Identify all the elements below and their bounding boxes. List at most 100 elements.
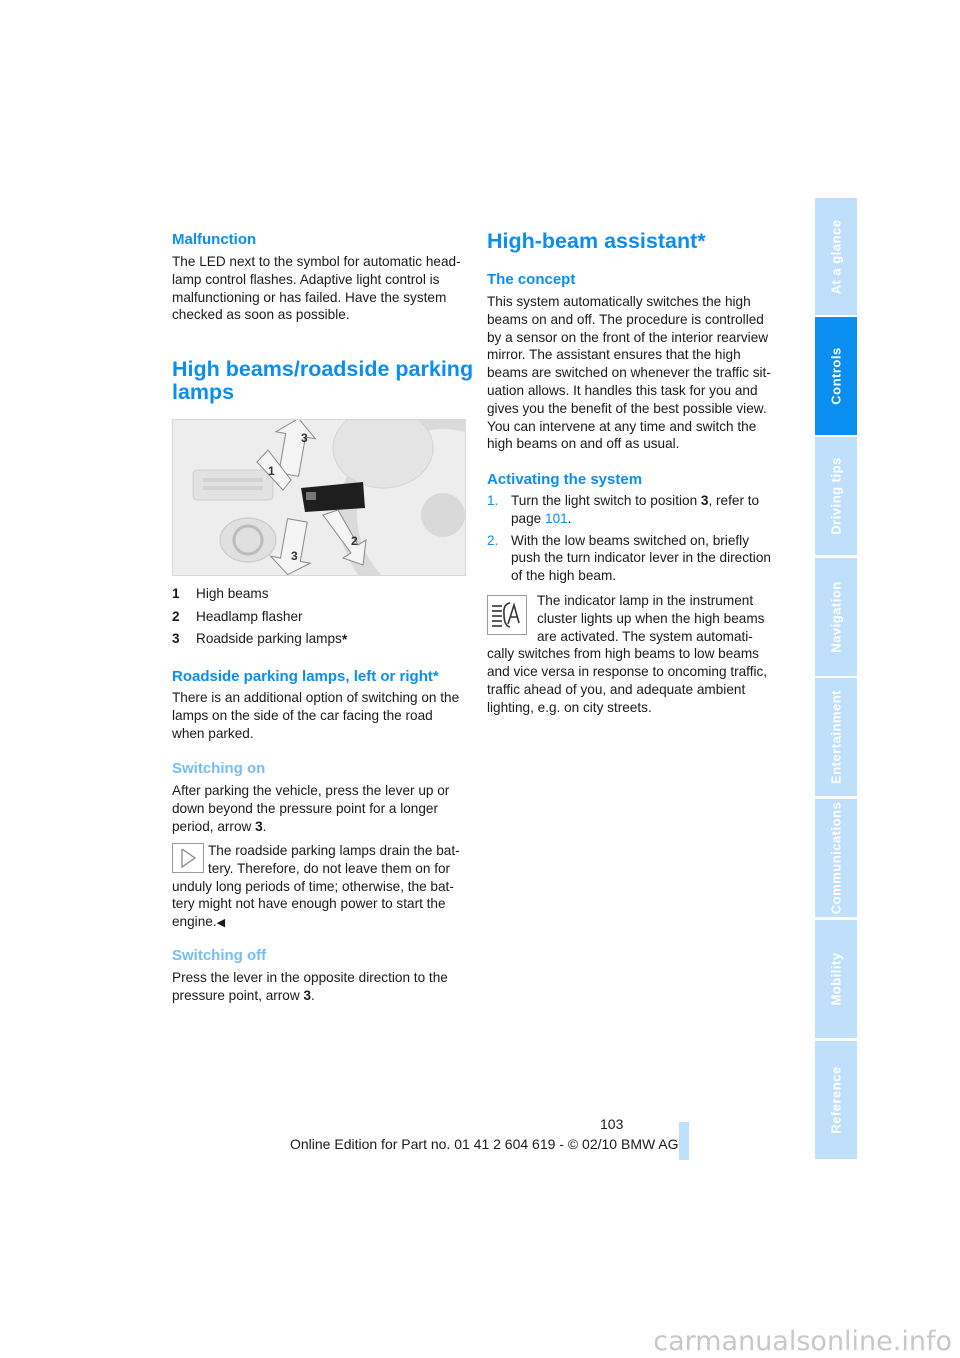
option-asterisk: * (341, 631, 348, 647)
page-link[interactable]: 101 (545, 511, 568, 526)
step-text: With the low beams switched on, briefly … (511, 532, 771, 585)
text-line: and vice versa in response to oncoming t… (487, 664, 768, 680)
arrow-label-1: 1 (268, 464, 275, 478)
tab-label: Controls (828, 347, 844, 405)
tab-label: Entertainment (828, 690, 844, 784)
indicator-text: The indicator lamp in the instrument clu… (487, 592, 783, 717)
text-line: malfunctioning or has failed. Have the s… (172, 289, 447, 305)
step-item: 2. With the low beams switched on, brief… (487, 532, 771, 585)
legend-item: 3 Roadside parking lamps * (172, 628, 347, 651)
end-mark-icon: ◀ (216, 917, 226, 930)
step-number: 2. (487, 532, 499, 548)
text-line: The indicator lamp in the instrument (537, 593, 754, 608)
text-line: mirror. The assistant ensures that the h… (487, 347, 741, 363)
text: . (262, 818, 267, 834)
text-line: by a sensor on the front of the interior… (487, 329, 769, 345)
malfunction-heading: Malfunction (172, 231, 257, 248)
text-line: push the turn indicator lever in the dir… (511, 550, 771, 566)
text-line: checked as soon as possible. (172, 307, 350, 323)
text: period, arrow (172, 818, 256, 834)
lever-illustration: 1 2 3 3 (172, 419, 466, 576)
high-beams-heading: High beams/roadside parking lamps (172, 358, 473, 404)
tab-label: Reference (828, 1066, 844, 1134)
text-line: There is an additional option of switchi… (172, 690, 460, 705)
text-line: After parking the vehicle, press the lev… (172, 783, 450, 798)
switching-on-heading: Switching on (172, 760, 266, 777)
text-line: You can intervene at any time and switch… (487, 418, 757, 434)
text-line: beams on and off. The procedure is contr… (487, 311, 764, 327)
text-line: cally switches from high beams to low be… (487, 646, 759, 662)
switching-off-text: Press the lever in the opposite directio… (172, 969, 448, 1005)
legend-number: 2 (172, 608, 180, 624)
step-item: 1. Turn the light switch to position 3, … (487, 492, 771, 528)
tab-label: Mobility (828, 952, 844, 1006)
text-line: traffic ahead of you, and adequate ambie… (487, 681, 746, 697)
activation-steps: 1. Turn the light switch to position 3, … (487, 492, 771, 589)
text-line: down beyond the pressure point for a lon… (172, 800, 439, 816)
concept-text: This system automatically switches the h… (487, 293, 771, 453)
lever-diagram: 1 2 3 3 (173, 420, 465, 575)
text-line: lamps on the side of the car facing the … (172, 707, 433, 723)
text-line: The roadside parking lamps drain the bat… (208, 843, 460, 858)
text-line: high beams on and off as usual. (487, 436, 680, 452)
text-line: are activated. The system automati- (537, 628, 753, 644)
activating-heading: Activating the system (487, 471, 643, 488)
page-marker-bar (679, 1122, 689, 1160)
heading-line: lamps (172, 380, 235, 404)
arrow-label-2: 2 (351, 534, 358, 548)
text: , refer to (708, 493, 760, 508)
page-number: 103 (600, 1116, 624, 1132)
text-line: cluster lights up when the high beams (537, 610, 765, 626)
step-number: 1. (487, 493, 499, 508)
arrow-label-3-up: 3 (301, 431, 308, 445)
battery-note: The roadside parking lamps drain the bat… (172, 843, 464, 933)
tab-driving-tips[interactable]: Driving tips (815, 437, 857, 555)
legend-number: 1 (172, 586, 180, 601)
text: . (567, 510, 572, 526)
text-line: unduly long periods of time; otherwise, … (172, 878, 454, 894)
text-line: pressure point, arrow 3. (172, 987, 448, 1005)
concept-heading: The concept (487, 271, 576, 288)
text-line: beams are switched on whenever the traff… (487, 365, 771, 381)
tab-mobility[interactable]: Mobility (815, 920, 857, 1038)
text-line: Press the lever in the opposite directio… (172, 970, 448, 985)
text-line: With the low beams switched on, briefly (511, 532, 749, 548)
text: page (511, 510, 546, 526)
malfunction-text: The LED next to the symbol for automatic… (172, 253, 461, 324)
text-line: gives you the benefit of the best possib… (487, 400, 767, 416)
text-line: This system automatically switches the h… (487, 294, 751, 309)
heading-line: High beams/roadside parking (172, 357, 474, 381)
switching-on-text: After parking the vehicle, press the lev… (172, 782, 449, 835)
legend-item: 2 Headlamp flasher (172, 606, 347, 629)
roadside-heading: Roadside parking lamps, left or right* (172, 668, 439, 685)
switching-off-heading: Switching off (172, 947, 267, 964)
tab-reference[interactable]: Reference (815, 1041, 857, 1159)
tab-label: Communications (828, 801, 844, 915)
tab-communications[interactable]: Communications (815, 799, 857, 917)
arrow-ref: 3 (255, 818, 263, 834)
text-line: uation allows. It handles this task for … (487, 382, 758, 398)
tab-label: Navigation (828, 581, 844, 653)
text-line: of the high beam. (511, 568, 617, 584)
text-line: period, arrow 3. (172, 818, 449, 836)
tab-entertainment[interactable]: Entertainment (815, 678, 857, 796)
tab-controls[interactable]: Controls (815, 317, 857, 435)
legend-number: 3 (172, 631, 180, 646)
tab-navigation[interactable]: Navigation (815, 558, 857, 676)
text-line: lamp control flashes. Adaptive light con… (172, 271, 440, 287)
tab-label: Driving tips (828, 457, 844, 535)
text-line: lighting, e.g. on city streets. (487, 699, 652, 715)
legend-item: 1 High beams (172, 583, 347, 606)
legend-text: Headlamp flasher (196, 608, 303, 624)
footer-edition: Online Edition for Part no. 01 41 2 604 … (290, 1136, 679, 1152)
arrow-label-3-down: 3 (291, 549, 298, 563)
step-text: Turn the light switch to position 3, ref… (511, 492, 759, 528)
figure-legend: 1 High beams 2 Headlamp flasher 3 Roadside … (172, 583, 347, 651)
tab-label: At a glance (828, 219, 844, 294)
roadside-text: There is an additional option of switchi… (172, 689, 459, 742)
text: Turn the light switch to position (511, 493, 701, 508)
tab-at-a-glance[interactable]: At a glance (815, 198, 857, 315)
text-line: engine.◀ (172, 913, 464, 933)
text-line: tery might not have enough power to star… (172, 896, 446, 912)
legend-text: Roadside parking lamps (196, 631, 342, 646)
